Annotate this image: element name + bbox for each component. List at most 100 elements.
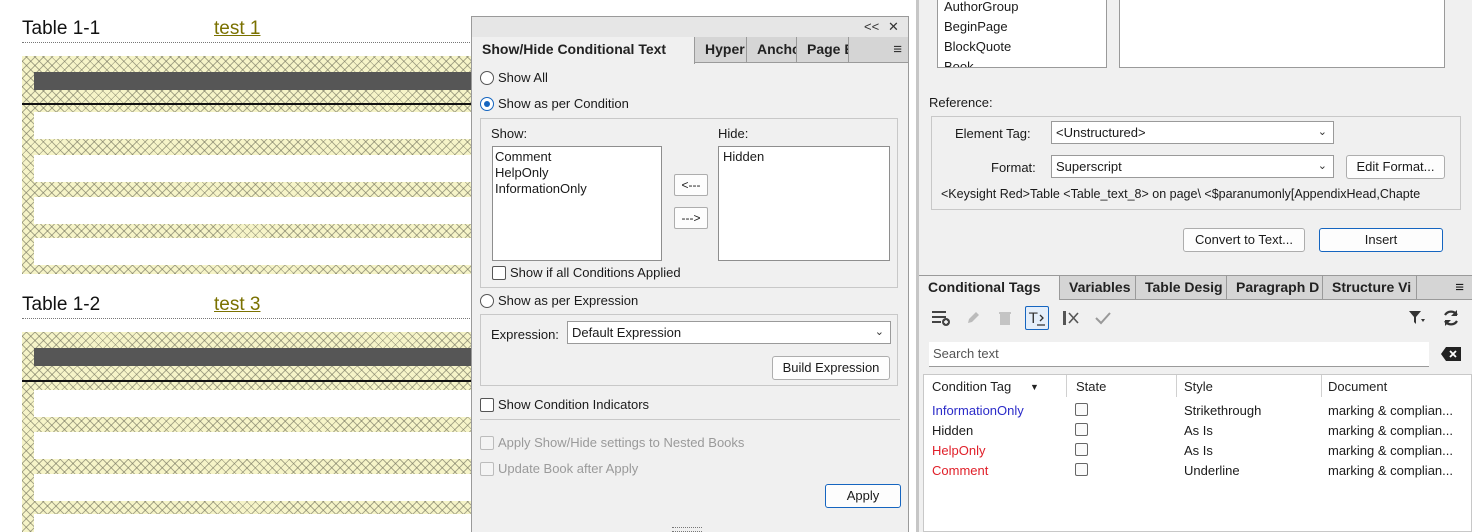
collapse-icon[interactable]: << xyxy=(864,19,879,34)
build-expression-button[interactable]: Build Expression xyxy=(772,356,890,380)
table-rule xyxy=(22,103,472,105)
checkbox-indicator xyxy=(492,265,506,280)
move-to-hide-button[interactable]: ---> xyxy=(674,207,708,229)
tab-table-designer[interactable]: Table Desig xyxy=(1136,276,1227,300)
element-tag-select[interactable]: <Unstructured> ⌄ xyxy=(1051,121,1334,144)
checkbox-indicator xyxy=(480,435,494,450)
format-select[interactable]: Superscript ⌄ xyxy=(1051,155,1334,178)
hide-list[interactable]: Hidden xyxy=(718,146,890,261)
column-header-document[interactable]: Document xyxy=(1328,379,1387,394)
tab-conditional-tags[interactable]: Conditional Tags xyxy=(919,276,1060,300)
tab-variables[interactable]: Variables xyxy=(1060,276,1136,300)
table-link-1[interactable]: test 1 xyxy=(214,18,260,40)
sort-down-icon[interactable]: ▼ xyxy=(1030,382,1039,392)
show-condition-indicators-checkbox[interactable]: Show Condition Indicators xyxy=(480,397,649,412)
table-row xyxy=(34,238,472,265)
convert-to-text-button[interactable]: Convert to Text... xyxy=(1183,228,1305,252)
column-header-state[interactable]: State xyxy=(1076,379,1106,394)
tab-page[interactable]: Page E xyxy=(797,37,849,63)
move-to-show-button[interactable]: <--- xyxy=(674,174,708,196)
state-checkbox[interactable] xyxy=(1075,443,1088,456)
edit-format-button[interactable]: Edit Format... xyxy=(1346,155,1445,179)
list-item[interactable]: BlockQuote xyxy=(944,37,1106,57)
table-row[interactable]: Hidden As Is marking & complian... xyxy=(924,421,1471,441)
table-link-2[interactable]: test 3 xyxy=(214,294,260,316)
document-canvas[interactable]: Table 1-1 test 1 Table 1-2 test 3 xyxy=(0,0,472,532)
style-value: Strikethrough xyxy=(1184,403,1262,418)
condition-tag-name: InformationOnly xyxy=(932,403,1024,418)
tab-hypertext[interactable]: Hyper xyxy=(695,37,747,63)
insert-button[interactable]: Insert xyxy=(1319,228,1443,252)
show-as-per-condition-radio[interactable]: Show as per Condition xyxy=(480,96,629,111)
delete-trash-icon[interactable] xyxy=(993,306,1017,330)
show-if-all-conditions-checkbox[interactable]: Show if all Conditions Applied xyxy=(492,265,681,280)
show-list[interactable]: Comment HelpOnly InformationOnly xyxy=(492,146,662,261)
close-icon[interactable]: ✕ xyxy=(888,19,899,35)
search-input[interactable]: Search text xyxy=(929,342,1429,367)
format-label: Format: xyxy=(991,160,1036,175)
attribute-list[interactable] xyxy=(1119,0,1445,68)
condition-tag-name: HelpOnly xyxy=(932,443,986,458)
style-value: As Is xyxy=(1184,423,1213,438)
column-header-style[interactable]: Style xyxy=(1184,379,1213,394)
apply-nested-books-checkbox[interactable]: Apply Show/Hide settings to Nested Books xyxy=(480,435,744,450)
element-list[interactable]: AuthorGroup BeginPage BlockQuote Book xyxy=(937,0,1107,68)
condition-tags-table: Condition Tag ▼ State Style Document Inf… xyxy=(923,374,1472,532)
tab-paragraph-designer[interactable]: Paragraph D xyxy=(1227,276,1323,300)
edit-pencil-icon[interactable] xyxy=(961,306,985,330)
table-title-1: Table 1-1 xyxy=(22,18,101,39)
column-header-condition-tag[interactable]: Condition Tag xyxy=(932,379,1011,394)
style-value: Underline xyxy=(1184,463,1240,478)
dotted-guide xyxy=(22,42,472,43)
list-item[interactable]: Hidden xyxy=(723,149,887,165)
show-all-radio[interactable]: Show All xyxy=(480,70,548,85)
state-checkbox[interactable] xyxy=(1075,463,1088,476)
list-item[interactable]: AuthorGroup xyxy=(944,0,1106,17)
table-row[interactable]: HelpOnly As Is marking & complian... xyxy=(924,441,1471,461)
radio-indicator xyxy=(480,70,494,85)
list-item[interactable]: BeginPage xyxy=(944,17,1106,37)
panel-menu-icon[interactable]: ≡ xyxy=(893,41,902,58)
dotted-guide xyxy=(22,318,472,319)
dialog-titlebar[interactable]: << ✕ xyxy=(472,17,908,37)
state-checkbox[interactable] xyxy=(1075,423,1088,436)
document-value: marking & complian... xyxy=(1328,443,1453,458)
tab-structure-view[interactable]: Structure Vi xyxy=(1323,276,1417,300)
table-rule xyxy=(22,380,472,382)
filter-icon[interactable] xyxy=(1405,306,1429,330)
show-label: Show: xyxy=(491,126,528,141)
checkbox-indicator xyxy=(480,461,494,476)
panel-menu-icon[interactable]: ≡ xyxy=(1455,279,1464,296)
list-item[interactable]: Comment xyxy=(495,149,659,165)
table-row xyxy=(34,197,472,224)
expression-select[interactable]: Default Expression ⌄ xyxy=(567,321,891,344)
table-header-bar xyxy=(34,72,472,90)
column-divider xyxy=(1321,375,1322,397)
remove-condition-icon[interactable] xyxy=(1059,306,1083,330)
list-item[interactable]: HelpOnly xyxy=(495,165,659,181)
new-condition-icon[interactable] xyxy=(929,306,953,330)
radio-indicator xyxy=(480,96,494,111)
refresh-icon[interactable] xyxy=(1439,306,1463,330)
apply-condition-icon[interactable]: T xyxy=(1025,306,1049,330)
list-item[interactable]: Book xyxy=(944,57,1106,67)
table-header-bar xyxy=(34,348,472,366)
show-as-per-expression-radio[interactable]: Show as per Expression xyxy=(480,293,638,308)
clear-search-icon[interactable] xyxy=(1439,342,1463,366)
condition-tag-name: Hidden xyxy=(932,423,974,438)
panel-tabs: Conditional Tags Variables Table Desig P… xyxy=(919,275,1472,300)
state-checkbox[interactable] xyxy=(1075,403,1088,416)
column-divider xyxy=(1066,375,1067,397)
separator xyxy=(480,419,900,420)
apply-button[interactable]: Apply xyxy=(825,484,901,508)
list-item[interactable]: InformationOnly xyxy=(495,181,659,197)
tab-anchored-frame[interactable]: Ancho xyxy=(747,37,797,63)
style-value: As Is xyxy=(1184,443,1213,458)
table-row[interactable]: Comment Underline marking & complian... xyxy=(924,461,1471,481)
checkmark-icon[interactable] xyxy=(1091,306,1115,330)
resize-grip[interactable] xyxy=(672,527,702,532)
tab-show-hide-conditional-text[interactable]: Show/Hide Conditional Text xyxy=(472,37,695,64)
update-book-checkbox[interactable]: Update Book after Apply xyxy=(480,461,638,476)
table-row[interactable]: InformationOnly Strikethrough marking & co… xyxy=(924,401,1471,421)
expression-label: Expression: xyxy=(491,327,559,342)
